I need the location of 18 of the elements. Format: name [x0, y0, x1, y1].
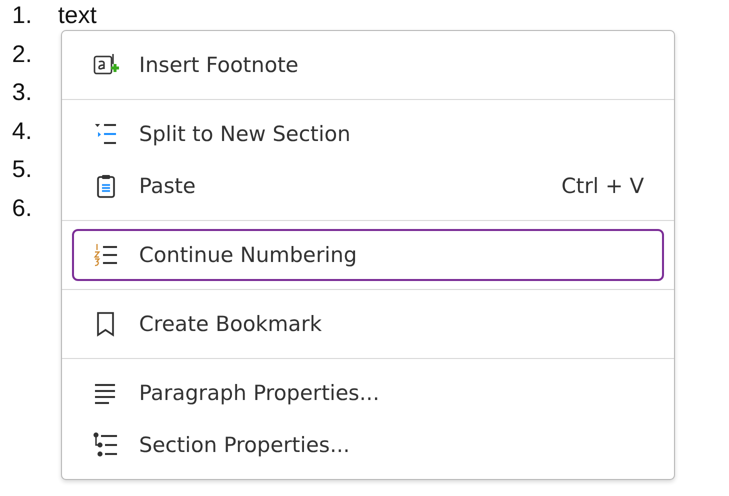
- menu-item[interactable]: Paste Ctrl + V: [72, 160, 664, 212]
- list-number: 5.: [12, 156, 34, 185]
- list-number: 2.: [12, 40, 34, 70]
- menu-item[interactable]: Continue Numbering: [72, 229, 664, 281]
- list-number: 6.: [12, 194, 34, 224]
- indent-list-icon: [93, 121, 119, 147]
- menu-item[interactable]: Split to New Section: [72, 108, 664, 160]
- list-text: text: [58, 2, 97, 31]
- menu-item[interactable]: Create Bookmark: [72, 298, 664, 350]
- list-number: 4.: [12, 118, 34, 146]
- menu-item[interactable]: Insert Footnote: [72, 39, 664, 91]
- menu-item[interactable]: Paragraph Properties...: [72, 367, 664, 419]
- menu-item[interactable]: Section Properties...: [72, 419, 664, 471]
- numbered-list-icon: [93, 242, 119, 268]
- list-number: 1.: [12, 2, 34, 31]
- shortcut-text: Ctrl + V: [561, 174, 644, 198]
- section-tree-icon: [93, 432, 119, 458]
- list-number: 3.: [12, 79, 34, 108]
